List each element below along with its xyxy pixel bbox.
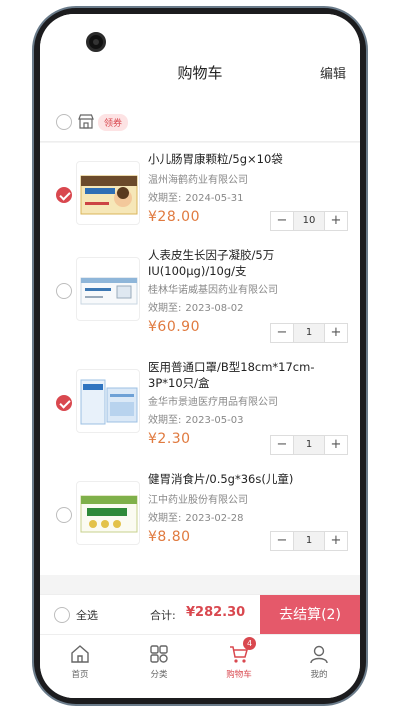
store-icon (78, 114, 94, 129)
quantity-value[interactable]: 1 (293, 324, 325, 342)
cart-item: 人表皮生长因子凝胶/5万IU(100μg)/10g/支 桂林华诺威基因药业有限公… (40, 239, 360, 351)
product-price: ¥2.30 (148, 431, 191, 447)
cart-icon: 4 (228, 637, 256, 665)
home-icon (69, 643, 91, 665)
quantity-stepper: − 1 + (270, 435, 348, 455)
header: 购物车 编辑 (40, 14, 360, 102)
expiry-date: 2023-02-28 (185, 513, 244, 524)
product-image[interactable] (76, 257, 140, 321)
product-price: ¥28.00 (148, 209, 200, 225)
product-image[interactable] (76, 481, 140, 545)
expiry-date: 2023-05-03 (185, 415, 244, 426)
category-icon (148, 643, 170, 665)
tab-home[interactable]: 首页 (50, 643, 110, 680)
tab-cart[interactable]: 4 购物车 (209, 637, 269, 680)
quantity-stepper: − 1 + (270, 531, 348, 551)
expiry-date: 2024-05-31 (185, 193, 244, 204)
edit-button[interactable]: 编辑 (320, 63, 346, 82)
quantity-stepper: − 10 + (270, 211, 348, 231)
product-price: ¥8.80 (148, 529, 191, 545)
product-price: ¥60.90 (148, 319, 200, 335)
increase-button[interactable]: + (325, 324, 347, 342)
item-select-radio[interactable] (56, 187, 72, 203)
expiry-date: 2023-08-02 (185, 303, 244, 314)
decrease-button[interactable]: − (271, 324, 293, 342)
increase-button[interactable]: + (325, 532, 347, 550)
product-image[interactable] (76, 161, 140, 225)
expiry-label: 效期至: (148, 193, 182, 204)
product-expiry: 效期至: 2023-08-02 (148, 299, 244, 314)
total-label: 合计: (150, 609, 176, 622)
product-maker: 温州海鹤药业有限公司 (148, 175, 248, 186)
item-select-radio[interactable] (56, 507, 72, 523)
decrease-button[interactable]: − (271, 532, 293, 550)
camera-icon (86, 32, 106, 52)
decrease-button[interactable]: − (271, 436, 293, 454)
decrease-button[interactable]: − (271, 212, 293, 230)
product-name[interactable]: 医用普通口罩/B型18cm*17cm-3P*10只/盒 (148, 359, 348, 391)
select-all-radio[interactable] (54, 607, 70, 623)
product-expiry: 效期至: 2024-05-31 (148, 189, 244, 204)
quantity-stepper: − 1 + (270, 323, 348, 343)
product-maker: 江中药业股份有限公司 (148, 495, 248, 506)
checkout-button[interactable]: 去结算(2) (260, 595, 360, 635)
store-select-radio[interactable] (56, 114, 72, 130)
coupon-button[interactable]: 领券 (98, 114, 129, 131)
cart-item: 健胃消食片/0.5g*36s(儿童) 江中药业股份有限公司 效期至: 2023-0… (40, 463, 360, 575)
page-title: 购物车 (177, 64, 223, 82)
quantity-value[interactable]: 10 (293, 212, 325, 230)
total-value: ¥282.30 (186, 605, 246, 620)
product-expiry: 效期至: 2023-02-28 (148, 509, 244, 524)
checkout-bar: 全选 合计: ¥282.30 去结算(2) (40, 594, 360, 635)
tab-label: 购物车 (226, 670, 252, 680)
item-select-radio[interactable] (56, 395, 72, 411)
app-screen: 购物车 编辑 领券 小儿肠胃康颗粒/5g×10袋 温州海鹤药业有限公司 效期至:… (40, 14, 360, 698)
product-maker: 金华市景迪医疗用品有限公司 (148, 397, 278, 408)
item-select-radio[interactable] (56, 283, 72, 299)
profile-icon (308, 643, 330, 665)
expiry-label: 效期至: (148, 513, 182, 524)
product-expiry: 效期至: 2023-05-03 (148, 411, 244, 426)
cart-badge: 4 (243, 637, 256, 650)
product-name[interactable]: 健胃消食片/0.5g*36s(儿童) (148, 471, 348, 487)
tab-label: 分类 (150, 670, 168, 680)
tab-bar: 首页 分类 4 购物车 我的 (40, 634, 360, 698)
product-name[interactable]: 人表皮生长因子凝胶/5万IU(100μg)/10g/支 (148, 247, 348, 279)
tab-label: 首页 (71, 670, 89, 680)
store-row: 领券 (40, 102, 360, 142)
product-image[interactable] (76, 369, 140, 433)
product-maker: 桂林华诺威基因药业有限公司 (148, 285, 278, 296)
increase-button[interactable]: + (325, 436, 347, 454)
expiry-label: 效期至: (148, 303, 182, 314)
tab-profile[interactable]: 我的 (289, 643, 349, 680)
expiry-label: 效期至: (148, 415, 182, 426)
cart-item: 医用普通口罩/B型18cm*17cm-3P*10只/盒 金华市景迪医疗用品有限公… (40, 351, 360, 463)
tab-label: 我的 (310, 670, 328, 680)
increase-button[interactable]: + (325, 212, 347, 230)
quantity-value[interactable]: 1 (293, 436, 325, 454)
tab-category[interactable]: 分类 (129, 643, 189, 680)
product-name[interactable]: 小儿肠胃康颗粒/5g×10袋 (148, 151, 348, 167)
select-all-label[interactable]: 全选 (76, 607, 98, 623)
quantity-value[interactable]: 1 (293, 532, 325, 550)
